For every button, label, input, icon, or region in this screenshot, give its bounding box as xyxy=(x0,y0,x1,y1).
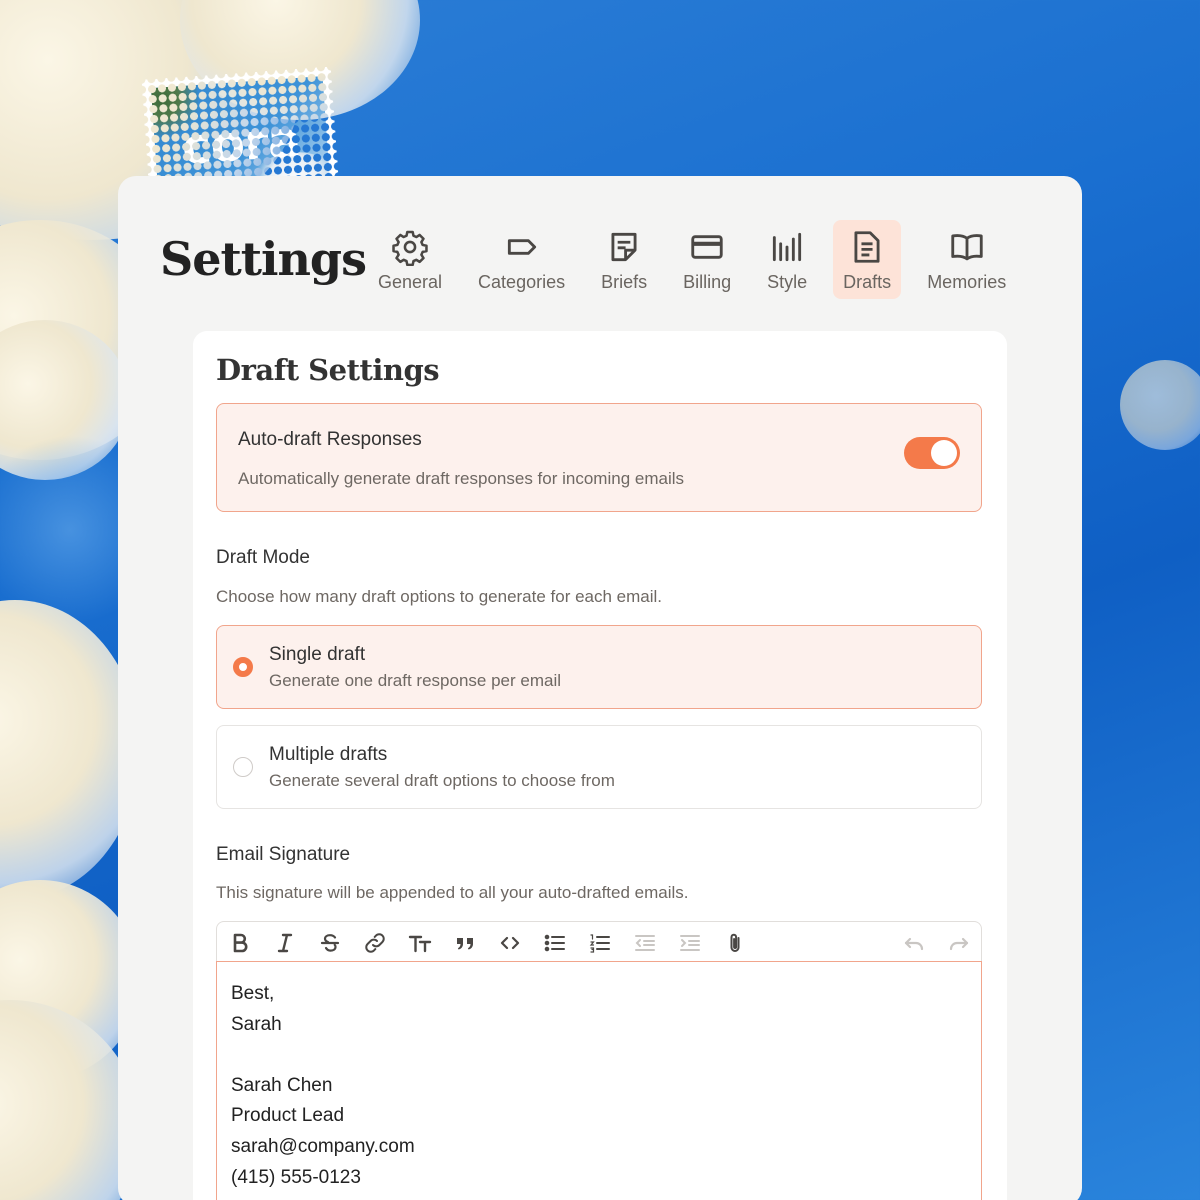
auto-draft-description: Automatically generate draft responses f… xyxy=(238,469,684,488)
tab-label: Style xyxy=(767,272,808,292)
radio-multiple-drafts[interactable] xyxy=(233,757,253,777)
numbered-list-icon xyxy=(589,933,610,953)
text-size-icon xyxy=(408,935,431,952)
tab-label: Memories xyxy=(927,272,1007,292)
signature-line: Best, xyxy=(231,983,275,1004)
redo-button[interactable] xyxy=(936,922,981,964)
bulleted-list-icon xyxy=(544,934,565,951)
tab-general[interactable]: General xyxy=(368,220,452,299)
signature-line: Sarah xyxy=(231,1013,282,1035)
code-button[interactable] xyxy=(487,922,532,964)
tag-icon xyxy=(507,239,536,255)
signature-line: sarah@company.com xyxy=(231,1135,415,1157)
tab-label: Categories xyxy=(478,272,566,292)
settings-panel: Settings General Categories Briefs Billi… xyxy=(118,176,1082,1200)
radio-single-draft[interactable] xyxy=(233,657,253,677)
code-icon xyxy=(500,936,519,949)
link-button[interactable] xyxy=(352,922,397,964)
indent-icon xyxy=(679,934,700,951)
italic-icon xyxy=(277,933,292,952)
tab-label: Billing xyxy=(683,272,732,292)
indent-button[interactable] xyxy=(667,922,712,964)
bars-icon xyxy=(773,232,802,262)
auto-draft-toggle[interactable] xyxy=(904,437,960,469)
tab-billing[interactable]: Billing xyxy=(673,220,741,299)
logo-text: cora xyxy=(179,109,303,177)
page-title: Settings xyxy=(160,232,367,286)
option-description: Generate several draft options to choose… xyxy=(269,771,615,790)
text-size-button[interactable] xyxy=(397,922,442,964)
tab-memories[interactable]: Memories xyxy=(917,220,1016,299)
numbered-list-button[interactable] xyxy=(577,922,622,964)
note-icon xyxy=(611,232,637,262)
undo-icon xyxy=(904,937,923,950)
tab-label: Briefs xyxy=(601,272,648,292)
option-single-draft[interactable]: Single draft Generate one draft response… xyxy=(216,625,982,709)
toggle-knob xyxy=(931,440,957,466)
card-title: Draft Settings xyxy=(216,353,440,387)
signature-line: (415) 555-0123 xyxy=(231,1166,361,1188)
draft-settings-card: Draft Settings Auto-draft Responses Auto… xyxy=(193,331,1007,1200)
strikethrough-button[interactable] xyxy=(307,922,352,964)
book-icon xyxy=(951,234,983,261)
option-title: Single draft xyxy=(269,644,366,665)
auto-draft-title: Auto-draft Responses xyxy=(238,429,422,450)
attachment-icon xyxy=(730,933,739,952)
italic-button[interactable] xyxy=(262,922,307,964)
strikethrough-icon xyxy=(320,933,339,952)
tab-drafts[interactable]: Drafts xyxy=(833,220,902,299)
credit-card-icon xyxy=(691,235,723,259)
outdent-icon xyxy=(634,934,655,951)
tab-categories[interactable]: Categories xyxy=(468,220,575,299)
tab-label: General xyxy=(378,272,443,292)
draft-mode-label: Draft Mode xyxy=(216,547,310,568)
bold-icon xyxy=(233,933,247,952)
link-icon xyxy=(364,932,385,953)
auto-draft-setting: Auto-draft Responses Automatically gener… xyxy=(216,403,982,512)
quote-icon xyxy=(456,937,473,949)
signature-line: Sarah Chen xyxy=(231,1074,333,1096)
option-title: Multiple drafts xyxy=(269,744,388,765)
tab-style[interactable]: Style xyxy=(757,220,817,299)
option-description: Generate one draft response per email xyxy=(269,671,562,690)
signature-line xyxy=(231,1040,967,1071)
tab-label: Drafts xyxy=(843,272,892,292)
email-signature-description: This signature will be appended to all y… xyxy=(216,883,689,902)
bold-button[interactable] xyxy=(217,922,262,964)
tab-briefs[interactable]: Briefs xyxy=(591,220,657,299)
editor-toolbar xyxy=(216,921,982,963)
quote-button[interactable] xyxy=(442,922,487,964)
redo-icon xyxy=(949,937,968,950)
settings-tabs: General Categories Briefs Billing Style xyxy=(368,220,1032,299)
undo-button[interactable] xyxy=(891,922,936,964)
gear-icon xyxy=(392,230,428,266)
outdent-button[interactable] xyxy=(622,922,667,964)
signature-line: Product Lead xyxy=(231,1105,345,1127)
attachment-button[interactable] xyxy=(712,922,757,964)
signature-editor[interactable]: Best, Sarah Sarah Chen Product Lead sara… xyxy=(216,961,982,1200)
bulleted-list-button[interactable] xyxy=(532,922,577,964)
option-multiple-drafts[interactable]: Multiple drafts Generate several draft o… xyxy=(216,725,982,809)
email-signature-label: Email Signature xyxy=(216,844,351,865)
draft-mode-description: Choose how many draft options to generat… xyxy=(216,587,663,606)
document-icon xyxy=(854,231,880,263)
